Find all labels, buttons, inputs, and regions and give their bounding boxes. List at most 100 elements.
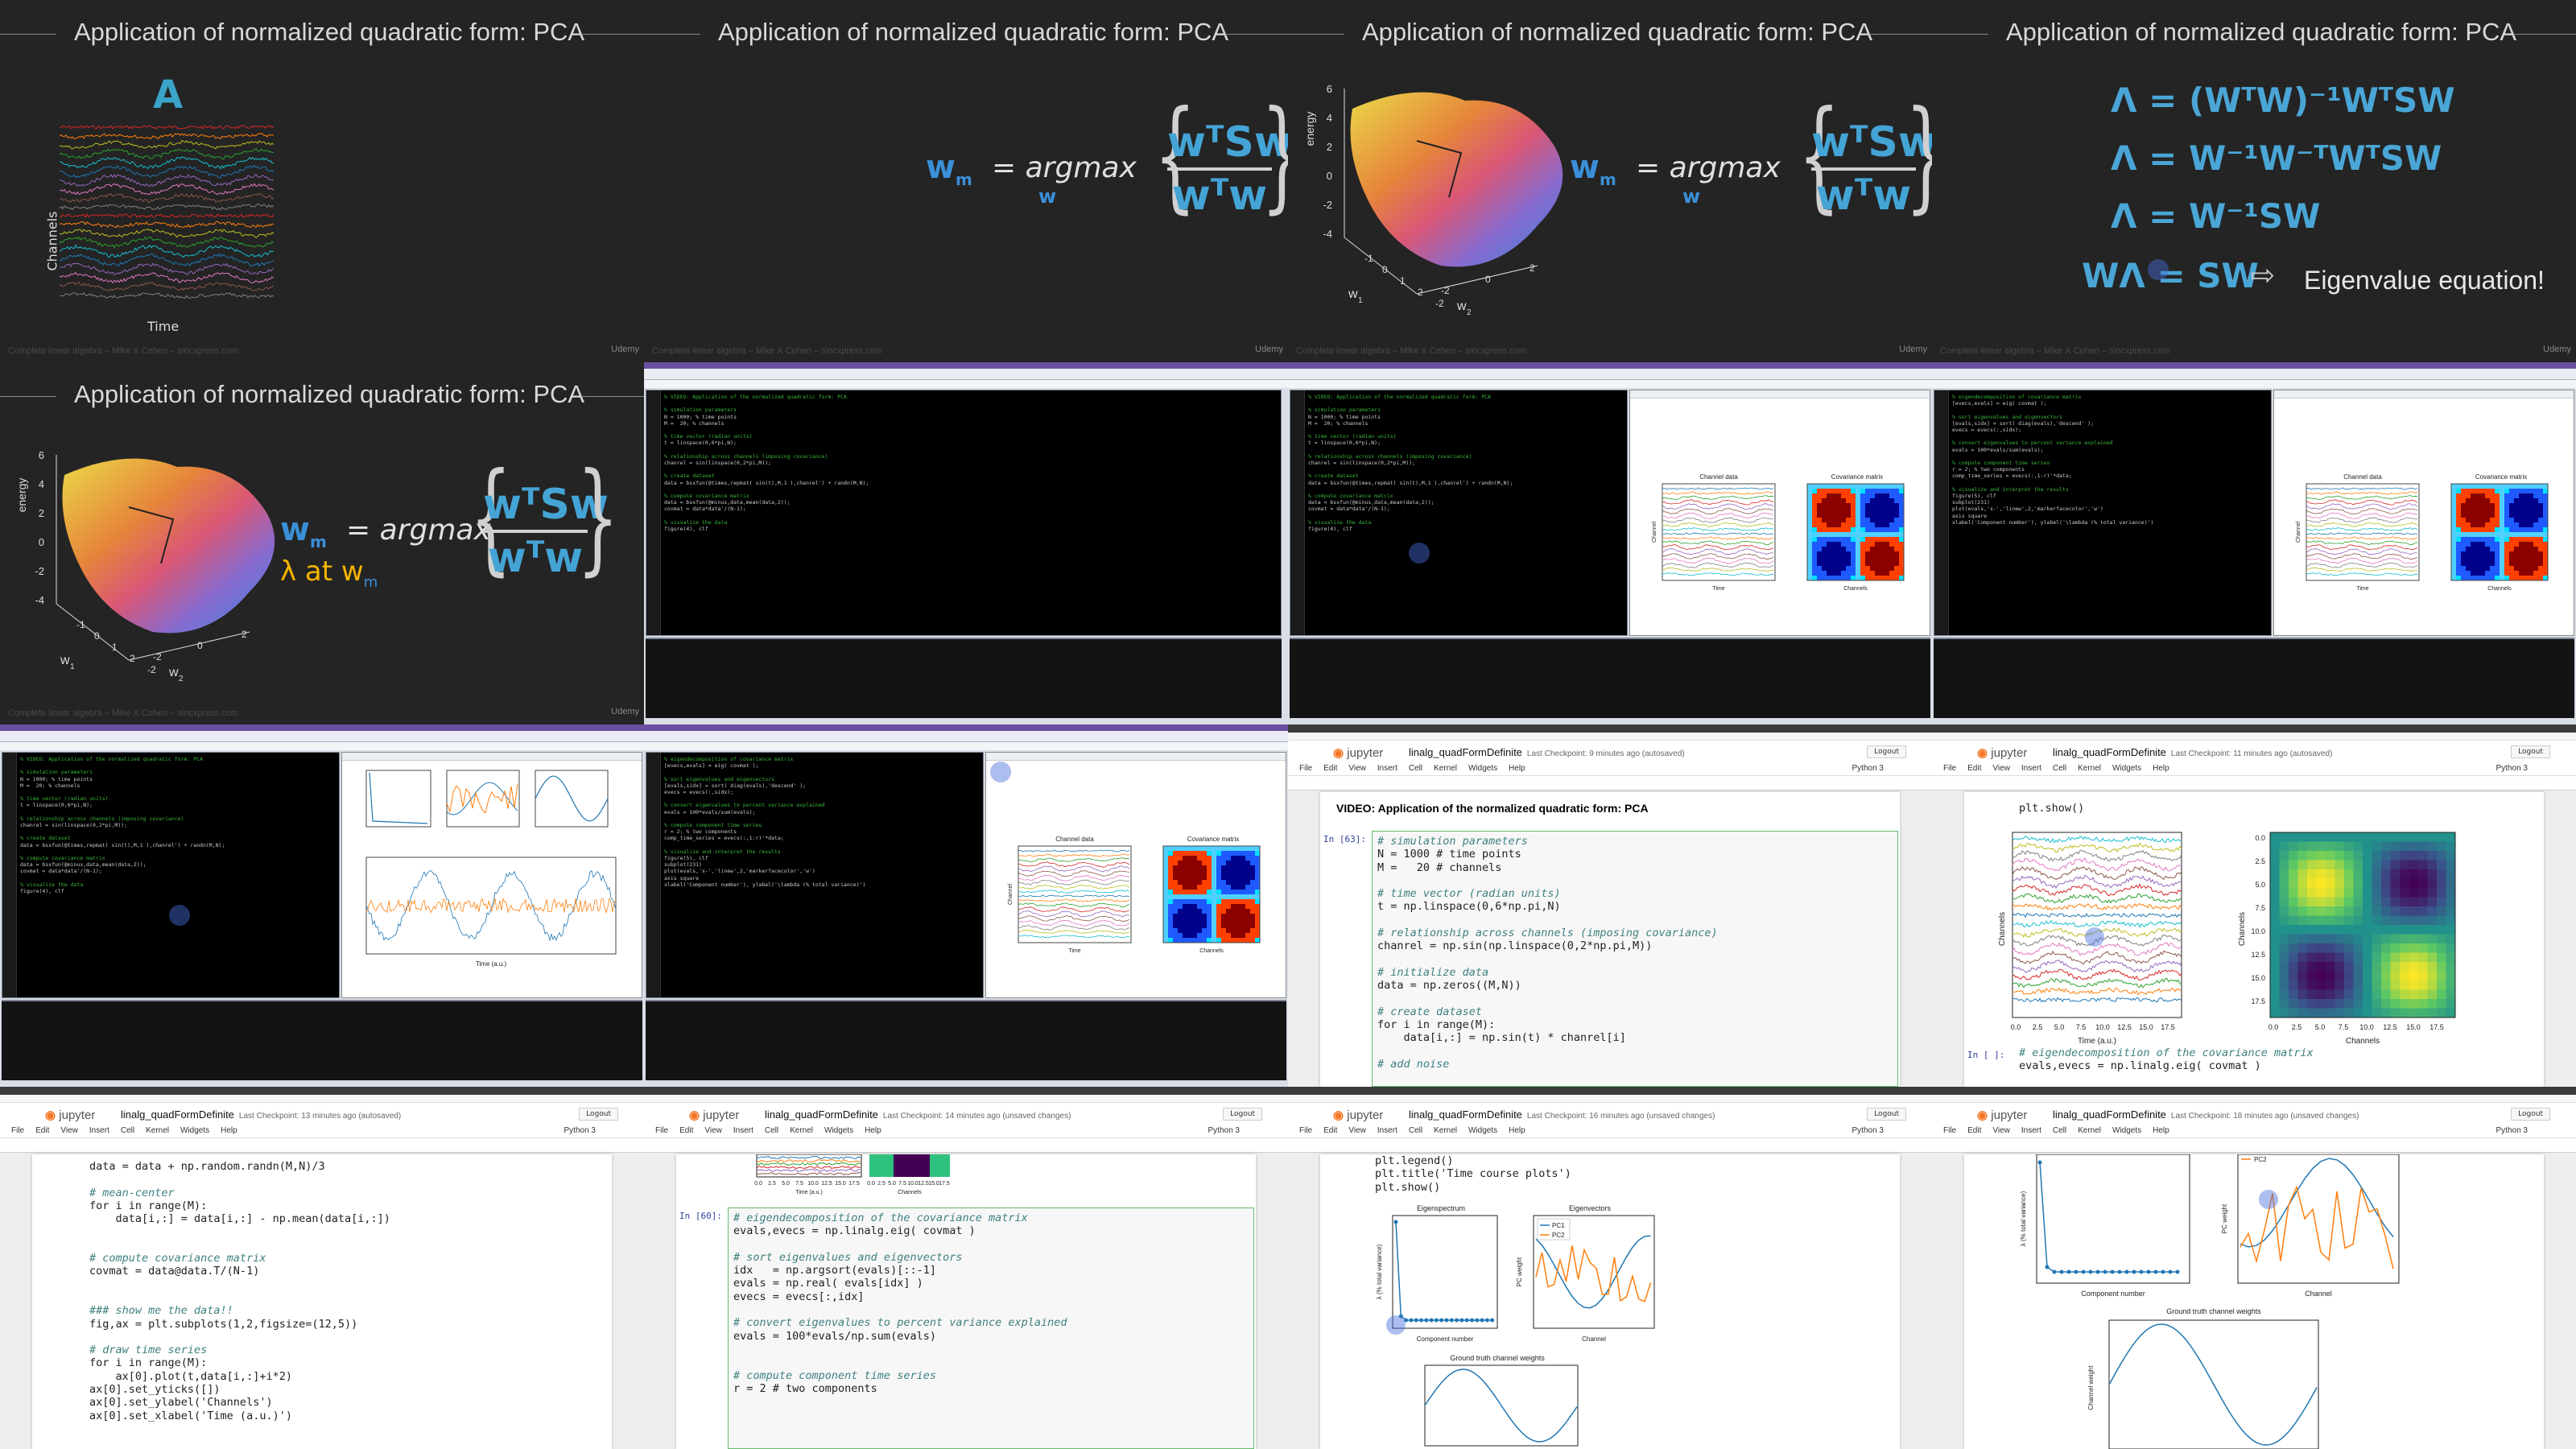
menu-help[interactable]: Help <box>1509 764 1525 773</box>
jupyter-menubar[interactable]: File Edit View Insert Cell Kernel Widgets Help P… <box>1932 1124 2576 1138</box>
code-editor[interactable]: % eigendecomposition of covariance matri… <box>646 752 984 998</box>
menu-view[interactable]: View <box>1348 1126 1366 1135</box>
browser-tabs[interactable] <box>1932 1087 2576 1095</box>
matlab-toolbar[interactable] <box>1288 380 1932 388</box>
menu-help[interactable]: Help <box>221 1126 237 1135</box>
notebook-page[interactable]: data = data + np.random.randn(M,N)/3 # m… <box>32 1154 612 1449</box>
notebook-page[interactable]: Component number λ (% total variance) PC2 C… <box>1964 1154 2544 1449</box>
menu-cell[interactable]: Cell <box>121 1126 134 1135</box>
notebook-title[interactable]: linalg_quadFormDefinite Last Checkpoint: … <box>121 1108 401 1121</box>
browser-address-bar[interactable] <box>1932 1095 2576 1103</box>
figure-toolbar[interactable] <box>342 753 642 761</box>
jupyter-toolbar[interactable] <box>644 1138 1288 1153</box>
notebook-title[interactable]: linalg_quadFormDefinite Last Checkpoint: … <box>1409 746 1685 758</box>
menu-edit[interactable]: Edit <box>1323 764 1337 773</box>
menu-kernel[interactable]: Kernel <box>1434 764 1457 773</box>
menu-edit[interactable]: Edit <box>1967 1126 1981 1135</box>
figure-toolbar[interactable] <box>986 753 1286 761</box>
matlab-menu-ribbon[interactable] <box>1932 369 2576 380</box>
figure-window[interactable]: Channel data Covariance matrix Time Channel… <box>1629 390 1930 636</box>
menu-file[interactable]: File <box>11 1126 24 1135</box>
jupyter-menubar[interactable]: File Edit View Insert Cell Kernel Widgets Help P… <box>644 1124 1288 1138</box>
menu-cell[interactable]: Cell <box>1409 1126 1422 1135</box>
jupyter-menubar[interactable]: File Edit View Insert Cell Kernel Widgets Help P… <box>1932 762 2576 776</box>
jupyter-toolbar[interactable] <box>1288 776 1932 791</box>
menu-insert[interactable]: Insert <box>2021 1126 2041 1135</box>
menu-cell[interactable]: Cell <box>2053 1126 2066 1135</box>
notebook-title[interactable]: linalg_quadFormDefinite Last Checkpoint: … <box>2053 1108 2359 1121</box>
menu-view[interactable]: View <box>704 1126 722 1135</box>
menu-help[interactable]: Help <box>1509 1126 1525 1135</box>
menu-widgets[interactable]: Widgets <box>1468 764 1497 773</box>
menu-widgets[interactable]: Widgets <box>824 1126 853 1135</box>
browser-tabs[interactable] <box>644 1087 1288 1095</box>
menu-edit[interactable]: Edit <box>35 1126 49 1135</box>
menu-insert[interactable]: Insert <box>1377 764 1397 773</box>
menu-edit[interactable]: Edit <box>1323 1126 1337 1135</box>
notebook-page[interactable]: plt.legend() plt.title('Time course plots… <box>1320 1154 1900 1449</box>
menu-insert[interactable]: Insert <box>733 1126 753 1135</box>
menu-view[interactable]: View <box>60 1126 78 1135</box>
menu-widgets[interactable]: Widgets <box>1468 1126 1497 1135</box>
matlab-toolbar[interactable] <box>644 742 1288 750</box>
matlab-menu-ribbon[interactable] <box>644 369 1288 380</box>
matlab-toolbar[interactable] <box>0 742 644 750</box>
logout-button[interactable]: Logout <box>2511 745 2550 758</box>
jupyter-logo[interactable]: ◉ jupyter <box>689 1108 739 1122</box>
menu-widgets[interactable]: Widgets <box>2112 764 2141 773</box>
figure-window[interactable]: Time (a.u.) <box>341 752 642 998</box>
menu-insert[interactable]: Insert <box>2021 764 2041 773</box>
menu-insert[interactable]: Insert <box>1377 1126 1397 1135</box>
browser-tabs[interactable] <box>0 1087 644 1095</box>
menu-edit[interactable]: Edit <box>679 1126 693 1135</box>
jupyter-toolbar[interactable] <box>1932 1138 2576 1153</box>
notebook-page[interactable]: plt.show() 0.0 2.5 5.0 7.5 10.0 12.5 15.0 17.5 C… <box>1964 792 2544 1087</box>
browser-address-bar[interactable] <box>1288 733 1932 741</box>
browser-address-bar[interactable] <box>0 1095 644 1103</box>
notebook-page[interactable]: VIDEO: Application of the normalized qua… <box>1320 792 1900 1087</box>
code-editor[interactable]: % VIDEO: Application of the normalized q… <box>646 390 1282 636</box>
browser-tabs[interactable] <box>1288 1087 1932 1095</box>
menu-edit[interactable]: Edit <box>1967 764 1981 773</box>
menu-kernel[interactable]: Kernel <box>146 1126 169 1135</box>
command-window[interactable] <box>1290 638 1930 718</box>
menu-help[interactable]: Help <box>2153 764 2169 773</box>
command-window[interactable] <box>646 1000 1286 1080</box>
jupyter-logo[interactable]: ◉ jupyter <box>1977 745 2027 760</box>
notebook-page[interactable]: 0.0 2.5 5.0 7.5 10.0 12.5 15.0 17.5 Time (a.u.) 0… <box>676 1154 1256 1449</box>
matlab-menu-ribbon[interactable] <box>1288 369 1932 380</box>
jupyter-toolbar[interactable] <box>0 1138 644 1153</box>
menu-file[interactable]: File <box>1299 764 1312 773</box>
menu-file[interactable]: File <box>1943 764 1956 773</box>
code-editor[interactable]: % VIDEO: Application of the normalized q… <box>1290 390 1628 636</box>
figure-window[interactable]: Channel data Covariance matrix Time Channel… <box>2273 390 2574 636</box>
figure-window[interactable]: Channel data Covariance matrix Time Channel… <box>985 752 1286 998</box>
browser-tabs[interactable] <box>1932 724 2576 733</box>
jupyter-menubar[interactable]: File Edit View Insert Cell Kernel Widgets Help P… <box>1288 762 1932 776</box>
menu-cell[interactable]: Cell <box>765 1126 778 1135</box>
menu-widgets[interactable]: Widgets <box>180 1126 209 1135</box>
browser-address-bar[interactable] <box>1932 733 2576 741</box>
menu-file[interactable]: File <box>1299 1126 1312 1135</box>
notebook-title[interactable]: linalg_quadFormDefinite Last Checkpoint: … <box>2053 746 2332 758</box>
browser-address-bar[interactable] <box>1288 1095 1932 1103</box>
matlab-toolbar[interactable] <box>644 380 1288 388</box>
jupyter-toolbar[interactable] <box>1288 1138 1932 1153</box>
logout-button[interactable]: Logout <box>1223 1108 1262 1121</box>
menu-insert[interactable]: Insert <box>89 1126 109 1135</box>
menu-view[interactable]: View <box>1992 1126 2010 1135</box>
menu-view[interactable]: View <box>1992 764 2010 773</box>
command-window[interactable] <box>2 1000 642 1080</box>
code-cell[interactable]: # simulation parameters N = 1000 # time p… <box>1372 831 1898 1087</box>
menu-help[interactable]: Help <box>865 1126 881 1135</box>
logout-button[interactable]: Logout <box>2511 1108 2550 1121</box>
menu-kernel[interactable]: Kernel <box>790 1126 813 1135</box>
command-window[interactable] <box>1934 638 2574 718</box>
jupyter-logo[interactable]: ◉ jupyter <box>1333 745 1383 760</box>
code-editor[interactable]: % eigendecomposition of covariance matri… <box>1934 390 2272 636</box>
notebook-title[interactable]: linalg_quadFormDefinite Last Checkpoint: … <box>765 1108 1071 1121</box>
menu-cell[interactable]: Cell <box>1409 764 1422 773</box>
logout-button[interactable]: Logout <box>1867 745 1906 758</box>
logout-button[interactable]: Logout <box>1867 1108 1906 1121</box>
jupyter-logo[interactable]: ◉ jupyter <box>1333 1108 1383 1122</box>
